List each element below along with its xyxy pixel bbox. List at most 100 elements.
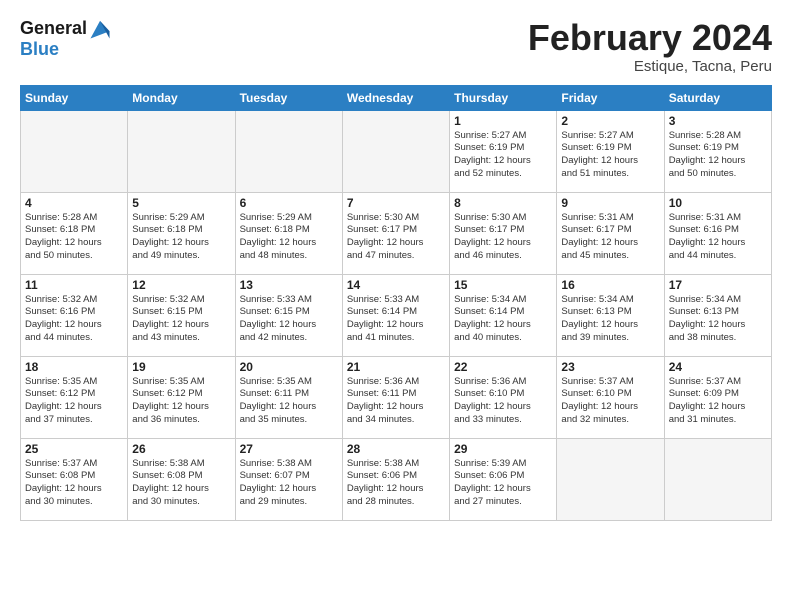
calendar-header-row: Sunday Monday Tuesday Wednesday Thursday…	[21, 85, 772, 110]
day-info: Sunrise: 5:28 AM Sunset: 6:18 PM Dayligh…	[25, 212, 123, 263]
day-number: 22	[454, 360, 552, 374]
table-row: 9 Sunrise: 5:31 AM Sunset: 6:17 PM Daylig…	[557, 192, 664, 274]
day-info: Sunrise: 5:35 AM Sunset: 6:12 PM Dayligh…	[132, 376, 230, 427]
day-number: 16	[561, 278, 659, 292]
day-info: Sunrise: 5:36 AM Sunset: 6:10 PM Dayligh…	[454, 376, 552, 427]
col-sunday: Sunday	[21, 85, 128, 110]
table-row: 7 Sunrise: 5:30 AM Sunset: 6:17 PM Daylig…	[342, 192, 449, 274]
col-monday: Monday	[128, 85, 235, 110]
col-saturday: Saturday	[664, 85, 771, 110]
location-title: Estique, Tacna, Peru	[528, 58, 772, 75]
logo-text-blue: Blue	[20, 40, 111, 60]
day-info: Sunrise: 5:35 AM Sunset: 6:12 PM Dayligh…	[25, 376, 123, 427]
day-info: Sunrise: 5:31 AM Sunset: 6:17 PM Dayligh…	[561, 212, 659, 263]
table-row: 1Sunrise: 5:27 AM Sunset: 6:19 PM Daylig…	[450, 110, 557, 192]
table-row	[342, 110, 449, 192]
day-info: Sunrise: 5:34 AM Sunset: 6:13 PM Dayligh…	[669, 294, 767, 345]
day-number: 7	[347, 196, 445, 210]
day-info: Sunrise: 5:30 AM Sunset: 6:17 PM Dayligh…	[347, 212, 445, 263]
month-title: February 2024	[528, 18, 772, 58]
day-info: Sunrise: 5:27 AM Sunset: 6:19 PM Dayligh…	[561, 130, 659, 181]
day-info: Sunrise: 5:30 AM Sunset: 6:17 PM Dayligh…	[454, 212, 552, 263]
table-row: 29 Sunrise: 5:39 AM Sunset: 6:06 PM Dayli…	[450, 438, 557, 520]
day-number: 18	[25, 360, 123, 374]
day-number: 8	[454, 196, 552, 210]
table-row: 14 Sunrise: 5:33 AM Sunset: 6:14 PM Dayli…	[342, 274, 449, 356]
day-number: 19	[132, 360, 230, 374]
table-row: 19 Sunrise: 5:35 AM Sunset: 6:12 PM Dayli…	[128, 356, 235, 438]
day-info: Sunrise: 5:28 AM Sunset: 6:19 PM Dayligh…	[669, 130, 767, 181]
table-row: 11Sunrise: 5:32 AM Sunset: 6:16 PM Dayli…	[21, 274, 128, 356]
day-number: 9	[561, 196, 659, 210]
calendar-table: Sunday Monday Tuesday Wednesday Thursday…	[20, 85, 772, 521]
col-friday: Friday	[557, 85, 664, 110]
day-number: 14	[347, 278, 445, 292]
day-info: Sunrise: 5:37 AM Sunset: 6:08 PM Dayligh…	[25, 458, 123, 509]
table-row: 12 Sunrise: 5:32 AM Sunset: 6:15 PM Dayli…	[128, 274, 235, 356]
table-row: 25 Sunrise: 5:37 AM Sunset: 6:08 PM Dayli…	[21, 438, 128, 520]
table-row: 16 Sunrise: 5:34 AM Sunset: 6:13 PM Dayli…	[557, 274, 664, 356]
table-row: 22 Sunrise: 5:36 AM Sunset: 6:10 PM Dayli…	[450, 356, 557, 438]
day-number: 20	[240, 360, 338, 374]
calendar-week-row: 25 Sunrise: 5:37 AM Sunset: 6:08 PM Dayli…	[21, 438, 772, 520]
table-row: 27 Sunrise: 5:38 AM Sunset: 6:07 PM Dayli…	[235, 438, 342, 520]
day-number: 11	[25, 278, 123, 292]
table-row: 21Sunrise: 5:36 AM Sunset: 6:11 PM Dayli…	[342, 356, 449, 438]
logo-text-general: General	[20, 19, 87, 39]
title-block: February 2024 Estique, Tacna, Peru	[528, 18, 772, 75]
calendar-week-row: 18 Sunrise: 5:35 AM Sunset: 6:12 PM Dayli…	[21, 356, 772, 438]
header-row: General Blue February 2024 Estique, Tacn…	[20, 18, 772, 75]
logo-icon	[89, 18, 111, 40]
table-row: 15 Sunrise: 5:34 AM Sunset: 6:14 PM Dayli…	[450, 274, 557, 356]
table-row: 8 Sunrise: 5:30 AM Sunset: 6:17 PM Daylig…	[450, 192, 557, 274]
day-number: 28	[347, 442, 445, 456]
day-number: 13	[240, 278, 338, 292]
day-number: 10	[669, 196, 767, 210]
day-info: Sunrise: 5:35 AM Sunset: 6:11 PM Dayligh…	[240, 376, 338, 427]
col-wednesday: Wednesday	[342, 85, 449, 110]
day-info: Sunrise: 5:32 AM Sunset: 6:15 PM Dayligh…	[132, 294, 230, 345]
day-number: 3	[669, 114, 767, 128]
table-row: 26Sunrise: 5:38 AM Sunset: 6:08 PM Dayli…	[128, 438, 235, 520]
table-row	[664, 438, 771, 520]
day-number: 26	[132, 442, 230, 456]
table-row: 10 Sunrise: 5:31 AM Sunset: 6:16 PM Dayli…	[664, 192, 771, 274]
table-row: 3 Sunrise: 5:28 AM Sunset: 6:19 PM Daylig…	[664, 110, 771, 192]
day-info: Sunrise: 5:29 AM Sunset: 6:18 PM Dayligh…	[240, 212, 338, 263]
table-row: 23 Sunrise: 5:37 AM Sunset: 6:10 PM Dayli…	[557, 356, 664, 438]
table-row: 6 Sunrise: 5:29 AM Sunset: 6:18 PM Daylig…	[235, 192, 342, 274]
calendar-week-row: 4 Sunrise: 5:28 AM Sunset: 6:18 PM Daylig…	[21, 192, 772, 274]
logo: General Blue	[20, 18, 111, 60]
table-row	[235, 110, 342, 192]
day-number: 24	[669, 360, 767, 374]
table-row: 24Sunrise: 5:37 AM Sunset: 6:09 PM Dayli…	[664, 356, 771, 438]
day-number: 12	[132, 278, 230, 292]
calendar-week-row: 11Sunrise: 5:32 AM Sunset: 6:16 PM Dayli…	[21, 274, 772, 356]
day-number: 25	[25, 442, 123, 456]
table-row: 4 Sunrise: 5:28 AM Sunset: 6:18 PM Daylig…	[21, 192, 128, 274]
day-info: Sunrise: 5:33 AM Sunset: 6:15 PM Dayligh…	[240, 294, 338, 345]
day-info: Sunrise: 5:38 AM Sunset: 6:06 PM Dayligh…	[347, 458, 445, 509]
day-info: Sunrise: 5:27 AM Sunset: 6:19 PM Dayligh…	[454, 130, 552, 181]
day-number: 23	[561, 360, 659, 374]
day-info: Sunrise: 5:37 AM Sunset: 6:10 PM Dayligh…	[561, 376, 659, 427]
day-info: Sunrise: 5:34 AM Sunset: 6:14 PM Dayligh…	[454, 294, 552, 345]
day-info: Sunrise: 5:34 AM Sunset: 6:13 PM Dayligh…	[561, 294, 659, 345]
day-number: 15	[454, 278, 552, 292]
day-info: Sunrise: 5:29 AM Sunset: 6:18 PM Dayligh…	[132, 212, 230, 263]
day-number: 4	[25, 196, 123, 210]
day-number: 2	[561, 114, 659, 128]
table-row	[128, 110, 235, 192]
day-number: 5	[132, 196, 230, 210]
day-info: Sunrise: 5:31 AM Sunset: 6:16 PM Dayligh…	[669, 212, 767, 263]
day-number: 6	[240, 196, 338, 210]
day-info: Sunrise: 5:38 AM Sunset: 6:07 PM Dayligh…	[240, 458, 338, 509]
day-info: Sunrise: 5:33 AM Sunset: 6:14 PM Dayligh…	[347, 294, 445, 345]
col-tuesday: Tuesday	[235, 85, 342, 110]
day-info: Sunrise: 5:39 AM Sunset: 6:06 PM Dayligh…	[454, 458, 552, 509]
table-row: 2 Sunrise: 5:27 AM Sunset: 6:19 PM Daylig…	[557, 110, 664, 192]
col-thursday: Thursday	[450, 85, 557, 110]
day-number: 29	[454, 442, 552, 456]
table-row	[21, 110, 128, 192]
day-number: 27	[240, 442, 338, 456]
